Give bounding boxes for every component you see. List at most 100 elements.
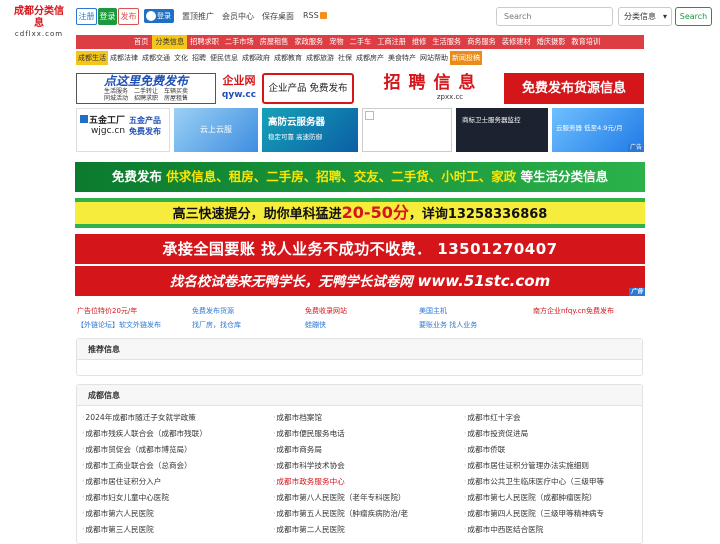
subnav-item-news-submit[interactable]: 新闻投稿 xyxy=(450,51,482,65)
subnav-item-convenience[interactable]: 便民信息 xyxy=(208,51,240,65)
ad-zpxx-domain: zpxx.cc xyxy=(436,93,464,101)
subnav-item-life[interactable]: 成都生活 xyxy=(76,51,108,65)
nav-item-business-reg[interactable]: 工商注册 xyxy=(374,35,409,49)
info-list-item[interactable]: 成都市第四人民医院（三级甲等精神病专 xyxy=(464,508,604,519)
nav-item-jobs[interactable]: 招聘求职 xyxy=(187,35,222,49)
info-list-item[interactable]: 成都市居住证积分管理办法实施细则 xyxy=(464,460,589,471)
nav-item-usedcar[interactable]: 二手车 xyxy=(347,35,375,49)
nav-item-home[interactable]: 首页 xyxy=(76,35,152,49)
ad-ddos-server[interactable]: 高防云服务器 稳定可靠 高速防御 xyxy=(262,108,358,152)
search-input[interactable]: Search xyxy=(496,7,613,26)
subnav-item-social-security[interactable]: 社保 xyxy=(336,51,354,65)
info-list-item[interactable]: 成都市居住证积分入户 xyxy=(82,476,161,487)
info-list-item[interactable]: 成都市第二人民医院 xyxy=(273,524,344,535)
banner-tutoring-phone: ，详询13258336868 xyxy=(408,207,548,222)
qq-login-button[interactable]: 登录 xyxy=(144,9,174,23)
info-list-item[interactable]: 成都市第六人民医院 xyxy=(82,508,153,519)
ad-cloud-banner[interactable]: 云上云服 xyxy=(174,108,258,152)
ad-free-post-line2: 同城活动 招聘求职 房屋租售 xyxy=(103,95,188,102)
category-select[interactable]: 分类信息 xyxy=(618,7,672,26)
text-link[interactable]: 找厂房，找仓库 xyxy=(192,320,241,330)
info-list-item[interactable]: 成都市便民服务电话 xyxy=(273,428,344,439)
toplink-promote[interactable]: 置顶推广 xyxy=(182,11,214,22)
nav-item-housing[interactable]: 房屋租售 xyxy=(257,35,292,49)
ad-zpxx[interactable]: 招 聘 信 息 zpxx.cc xyxy=(362,73,498,104)
ad-wjgc-domain: wjgc.cn xyxy=(91,126,126,136)
info-list-item[interactable]: 成都市侨联 xyxy=(464,444,505,455)
nav-item-secondhand[interactable]: 二手市场 xyxy=(222,35,257,49)
info-list-item[interactable]: 成都市科学技术协会 xyxy=(273,460,344,471)
ad-qyw-title: 企业网 xyxy=(222,74,256,87)
info-list-item[interactable]: 成都市公共卫生临床医疗中心（三级甲等 xyxy=(464,476,604,487)
banner-debt-collection[interactable]: 承接全国要账 找人业务不成功不收费． 13501270407 xyxy=(75,234,645,264)
site-logo[interactable]: 成都分类信息 cdflxx.com xyxy=(10,6,68,38)
toplink-member[interactable]: 会员中心 xyxy=(222,11,254,22)
info-list-item[interactable]: 成都市档案馆 xyxy=(273,412,322,423)
subnav-item-help[interactable]: 网站帮助 xyxy=(418,51,450,65)
ad-enterprise-product[interactable]: 企业产品 免费发布 xyxy=(262,73,354,104)
info-list-item[interactable]: 成都市残疾人联合会（成都市残联） xyxy=(82,428,207,439)
banner-tutoring[interactable]: 高三快速提分，助你单科猛进20-50分，详询13258336868 xyxy=(75,198,645,228)
nav-item-wedding[interactable]: 婚庆摄影 xyxy=(534,35,569,49)
text-link[interactable]: 要账业务 找人业务 xyxy=(419,320,477,330)
nav-item-life-service[interactable]: 生活服务 xyxy=(429,35,464,49)
info-list-item[interactable]: 成都市投资促进局 xyxy=(464,428,528,439)
subnav-item-traffic[interactable]: 成都交通 xyxy=(140,51,172,65)
text-link[interactable]: 【外链论坛】软文外链发布 xyxy=(77,320,161,330)
ad-broken-image[interactable] xyxy=(362,108,452,152)
subnav-item-culture[interactable]: 文化 xyxy=(172,51,190,65)
banner-free-post[interactable]: 免费发布 供求信息、租房、二手房、招聘、交友、二手货、小时工、家政 等生活分类信… xyxy=(75,162,645,192)
subnav-item-law[interactable]: 成都法律 xyxy=(108,51,140,65)
nav-item-decoration[interactable]: 装修建材 xyxy=(499,35,534,49)
nav-item-pets[interactable]: 宠物 xyxy=(326,35,346,49)
qq-login-label: 登录 xyxy=(157,12,171,20)
banner-exam-papers[interactable]: 找名校试卷来无鸭学长，无鸭学长试卷网 www.51stc.com 广告 xyxy=(75,266,645,296)
nav-item-housekeeping[interactable]: 家政服务 xyxy=(291,35,326,49)
ad-qyw-logo[interactable]: 企业网 qyw.cc xyxy=(220,73,258,104)
subnav-item-edu[interactable]: 成都教育 xyxy=(272,51,304,65)
text-link[interactable]: 蛙蹦侠 xyxy=(305,320,326,330)
nav-item-biz-service[interactable]: 商务服务 xyxy=(464,35,499,49)
info-list-item[interactable]: 成都市红十字会 xyxy=(464,412,520,423)
toplink-bookmark[interactable]: 保存桌面 xyxy=(262,11,294,22)
info-list-item[interactable]: 成都市第八人民医院（老年专科医院） xyxy=(273,492,405,503)
ad-wjgc[interactable]: 五金工厂 wjgc.cn 五金产品 免费发布 xyxy=(76,108,170,152)
rss-label: RSS xyxy=(303,11,319,20)
text-link[interactable]: 免费发布货源 xyxy=(192,306,234,316)
subnav-item-realestate[interactable]: 成都房产 xyxy=(354,51,386,65)
nav-item-education[interactable]: 教育培训 xyxy=(568,35,603,49)
search-button[interactable]: Search xyxy=(675,7,712,26)
ad-cloud-price[interactable]: 云服务器 低至4.9元/月 广告 xyxy=(552,108,644,152)
info-list-item[interactable]: 成都市政务服务中心 xyxy=(273,476,344,487)
subnav-item-recruit[interactable]: 招聘 xyxy=(190,51,208,65)
main-nav: 首页 分类信息 招聘求职 二手市场 房屋租售 家政服务 宠物 二手车 工商注册 维修 生活服务 商务服… xyxy=(76,35,644,49)
ad-monitor[interactable]: 商标卫士服务器监控 xyxy=(456,108,548,152)
ad-free-supply[interactable]: 免费发布货源信息 xyxy=(504,73,644,104)
subnav-item-travel[interactable]: 成都旅游 xyxy=(304,51,336,65)
text-link[interactable]: 免费收录网站 xyxy=(305,306,347,316)
info-list-item[interactable]: 成都市妇女儿童中心医院 xyxy=(82,492,169,503)
info-list-item[interactable]: 成都市第七人民医院（成都肿瘤医院） xyxy=(464,492,596,503)
nav-item-classified[interactable]: 分类信息 xyxy=(152,35,188,49)
info-list-item[interactable]: 成都市工商业联合会（总商会） xyxy=(82,460,191,471)
info-list-item[interactable]: 成都市商务局 xyxy=(273,444,322,455)
text-link[interactable]: 美国主机 xyxy=(419,306,447,316)
logo-title: 成都分类信息 xyxy=(14,6,64,29)
post-button[interactable]: 发布 xyxy=(118,8,139,25)
ad-free-post[interactable]: 点这里免费发布 生活服务 二手转让 车辆买卖 同城活动 招聘求职 房屋租售 xyxy=(76,73,216,104)
register-button[interactable]: 注册 xyxy=(76,8,97,25)
toplink-rss[interactable]: RSS xyxy=(303,11,327,20)
text-link[interactable]: 南方企业nfqy.cn免费发布 xyxy=(533,306,614,316)
info-list-item[interactable]: 成都市第三人民医院 xyxy=(82,524,153,535)
ad-zpxx-title: 招 聘 信 息 xyxy=(383,73,477,93)
info-list-item[interactable]: 2024年成都市随迁子女就学政策 xyxy=(82,412,195,423)
login-button[interactable]: 登录 xyxy=(98,8,117,25)
nav-item-repair[interactable]: 维修 xyxy=(409,35,429,49)
info-list-item[interactable]: 成都市贸促会（成都市博览局） xyxy=(82,444,191,455)
subnav-item-food[interactable]: 美食特产 xyxy=(386,51,418,65)
subnav-item-government[interactable]: 成都政府 xyxy=(240,51,272,65)
text-link[interactable]: 广告位特价20元/年 xyxy=(77,306,137,316)
info-list-item[interactable]: 成都市中西医结合医院 xyxy=(464,524,543,535)
text-link-ads: 广告位特价20元/年 免费发布货源 免费收录网站 美国主机 南方企业nfqy.c… xyxy=(76,305,644,333)
info-list-item[interactable]: 成都市第五人民医院（肿瘤疾病防治/老 xyxy=(273,508,408,519)
